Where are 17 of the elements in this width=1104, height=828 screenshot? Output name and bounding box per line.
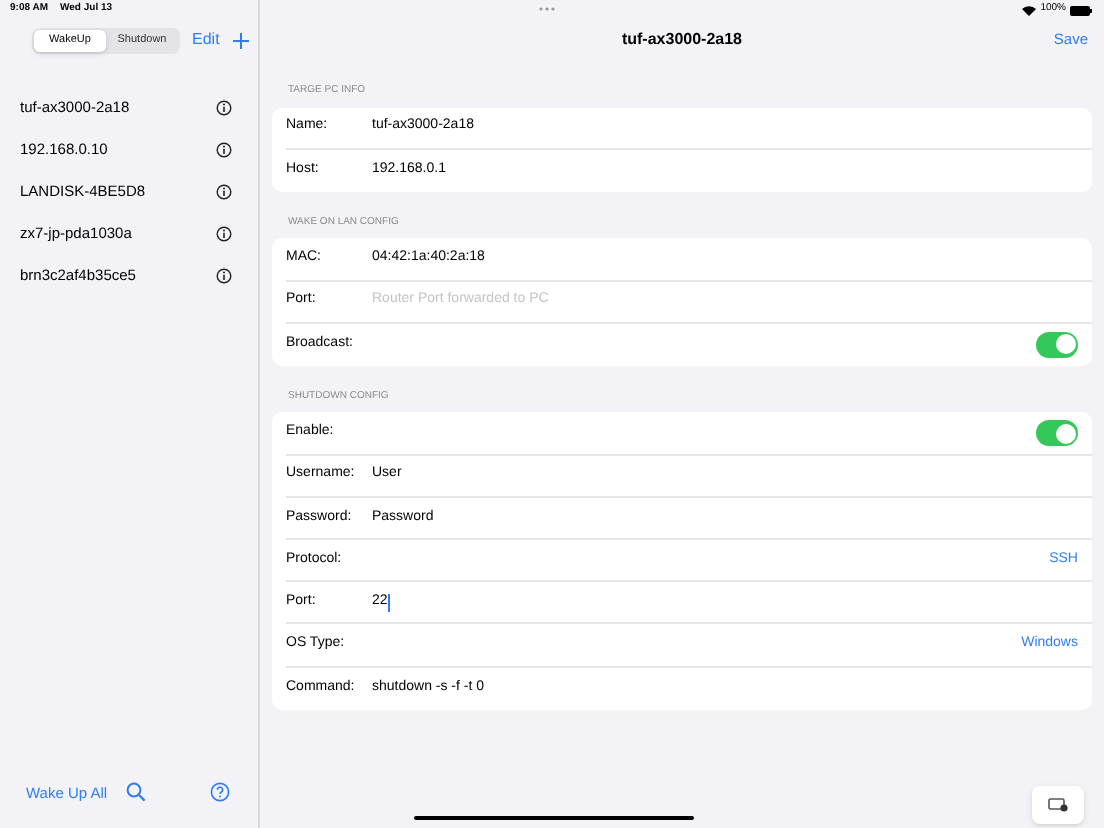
edit-button[interactable]: Edit	[192, 32, 220, 48]
battery-icon	[1070, 5, 1092, 15]
info-icon[interactable]	[216, 225, 232, 241]
toggle-switch[interactable]	[1036, 331, 1078, 358]
info-icon[interactable]	[216, 141, 232, 157]
keyboard-button[interactable]	[1032, 786, 1084, 824]
info-icon[interactable]	[216, 267, 232, 283]
search-icon[interactable]	[125, 782, 146, 803]
help-icon[interactable]	[210, 782, 230, 803]
keyboard-icon	[1048, 798, 1068, 812]
info-icon[interactable]	[216, 99, 232, 115]
detail-title: tuf-ax3000-2a18	[621, 28, 743, 52]
info-icon[interactable]	[216, 183, 232, 199]
add-icon[interactable]	[231, 31, 250, 49]
wifi-icon	[1022, 5, 1037, 15]
toggle-switch[interactable]	[1036, 420, 1078, 447]
multitasking-dots-icon[interactable]	[538, 6, 556, 12]
